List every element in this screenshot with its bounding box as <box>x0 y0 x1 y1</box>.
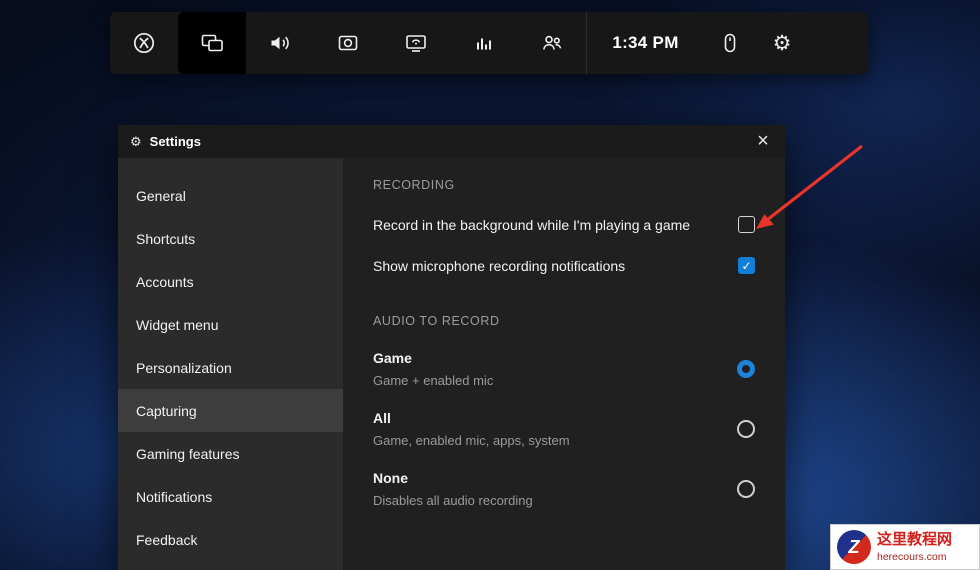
audio-option-game-label: Game <box>373 350 412 366</box>
performance-button[interactable] <box>450 12 518 74</box>
sidebar-item-label: Accounts <box>136 273 194 290</box>
sidebar-item-label: Gaming features <box>136 445 240 462</box>
audio-option-all-label: All <box>373 410 391 426</box>
audio-option-none-description: Disables all audio recording <box>373 493 533 508</box>
settings-content: RECORDING Record in the background while… <box>343 158 785 570</box>
xbox-button[interactable] <box>110 12 178 74</box>
performance-icon <box>472 31 496 55</box>
speaker-icon <box>268 31 292 55</box>
settings-titlebar: ⚙ Settings × <box>118 125 785 158</box>
window-title: Settings <box>149 134 201 149</box>
sidebar-item-general[interactable]: General <box>118 174 343 217</box>
background-recording-checkbox[interactable] <box>738 216 755 233</box>
clock-text: 1:34 PM <box>612 33 679 52</box>
sidebar-item-gaming-features[interactable]: Gaming features <box>118 432 343 475</box>
audio-option-game-description: Game + enabled mic <box>373 373 494 388</box>
mic-notifications-row: Show microphone recording notifications <box>373 257 755 274</box>
capture-button[interactable] <box>314 12 382 74</box>
sidebar-item-widget-menu[interactable]: Widget menu <box>118 303 343 346</box>
capture-icon <box>336 31 360 55</box>
mouse-icon <box>718 31 742 55</box>
broadcast-button[interactable] <box>382 12 450 74</box>
close-icon: × <box>757 130 769 152</box>
sidebar-item-accounts[interactable]: Accounts <box>118 260 343 303</box>
broadcast-icon <box>404 31 428 55</box>
widgets-button[interactable] <box>178 12 246 74</box>
looking-for-group-button[interactable] <box>518 12 586 74</box>
sidebar-item-label: Notifications <box>136 488 213 505</box>
watermark: Z 这里教程网 herecours.com <box>830 524 980 570</box>
background-recording-row: Record in the background while I'm playi… <box>373 216 755 233</box>
sidebar-item-shortcuts[interactable]: Shortcuts <box>118 217 343 260</box>
audio-button[interactable] <box>246 12 314 74</box>
xbox-logo-icon <box>132 31 156 55</box>
watermark-url: herecours.com <box>877 551 947 563</box>
game-bar: 1:34 PM ⚙ <box>110 12 868 74</box>
settings-sidebar: General Shortcuts Accounts Widget menu P… <box>118 158 343 570</box>
background-recording-label: Record in the background while I'm playi… <box>373 216 691 233</box>
sidebar-item-notifications[interactable]: Notifications <box>118 475 343 518</box>
settings-window: ⚙ Settings × General Shortcuts Accounts … <box>118 125 785 570</box>
audio-section-header: AUDIO TO RECORD <box>373 314 500 328</box>
audio-option-game-row: Game Game + enabled mic <box>373 350 755 388</box>
sidebar-item-label: Capturing <box>136 402 197 419</box>
sidebar-item-label: Shortcuts <box>136 230 196 247</box>
people-icon <box>540 31 564 55</box>
mic-notifications-checkbox[interactable] <box>738 257 755 274</box>
sidebar-item-capturing[interactable]: Capturing <box>118 389 343 432</box>
sidebar-item-personalization[interactable]: Personalization <box>118 346 343 389</box>
audio-option-none-radio[interactable] <box>737 480 755 498</box>
sidebar-item-label: Feedback <box>136 531 198 548</box>
watermark-logo-icon: Z <box>837 530 871 564</box>
clock: 1:34 PM <box>586 12 704 74</box>
audio-option-all-description: Game, enabled mic, apps, system <box>373 433 570 448</box>
sidebar-item-feedback[interactable]: Feedback <box>118 518 343 561</box>
gear-icon: ⚙ <box>772 31 792 55</box>
audio-option-none-label: None <box>373 470 408 486</box>
mic-notifications-label: Show microphone recording notifications <box>373 257 626 274</box>
close-button[interactable]: × <box>741 125 785 158</box>
desktop-background: { "colors": { "accent": "#0f7fd7", "arro… <box>0 0 980 570</box>
recording-section-header: RECORDING <box>373 178 455 192</box>
audio-option-all-row: All Game, enabled mic, apps, system <box>373 410 755 448</box>
widgets-icon <box>200 31 224 55</box>
gamebar-settings-button[interactable]: ⚙ <box>756 12 808 74</box>
mouse-passthrough-button[interactable] <box>704 12 756 74</box>
sidebar-item-label: General <box>136 187 186 204</box>
audio-option-game-radio[interactable] <box>737 360 755 378</box>
audio-option-all-radio[interactable] <box>737 420 755 438</box>
sidebar-item-label: Personalization <box>136 359 232 376</box>
settings-gear-icon: ⚙ <box>130 133 142 149</box>
watermark-title: 这里教程网 <box>877 531 953 548</box>
sidebar-item-label: Widget menu <box>136 316 219 333</box>
audio-option-none-row: None Disables all audio recording <box>373 470 755 508</box>
